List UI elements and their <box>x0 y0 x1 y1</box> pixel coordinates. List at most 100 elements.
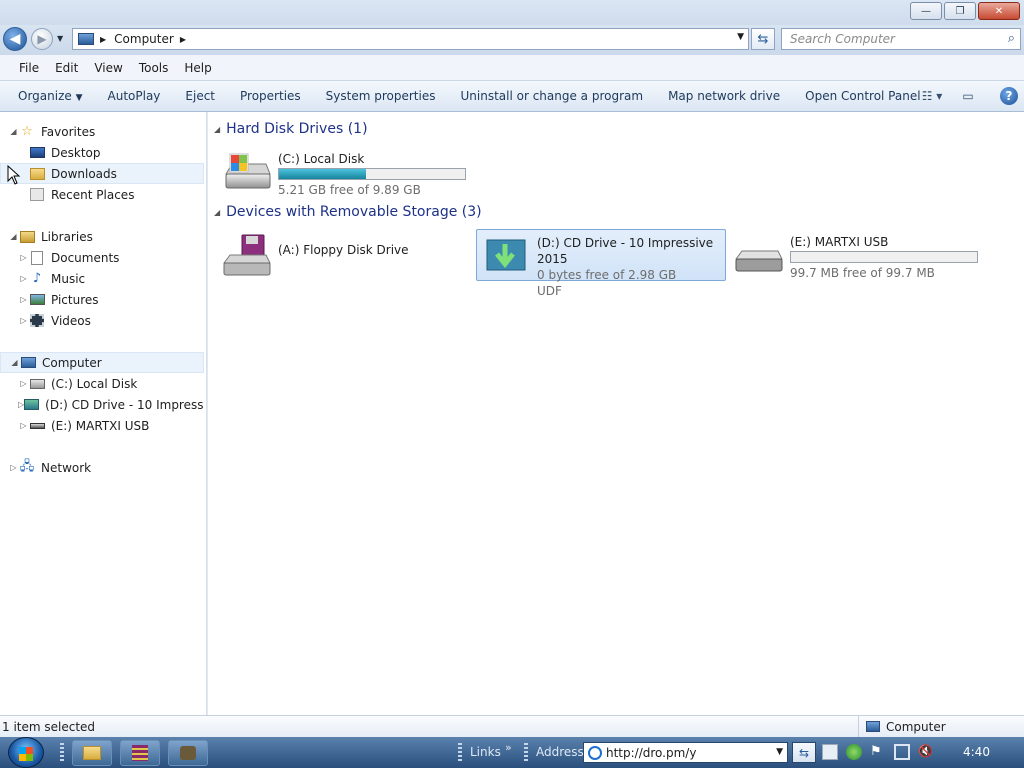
nav-downloads[interactable]: Downloads <box>0 163 204 184</box>
collapse-arrow-icon[interactable]: ◢ <box>214 125 220 134</box>
expand-arrow-icon[interactable]: ▷ <box>18 253 29 262</box>
recent-pages-dropdown[interactable]: ▼ <box>57 34 63 43</box>
refresh-icon: ⇆ <box>798 745 810 760</box>
documents-icon <box>29 250 45 265</box>
map-network-drive-button[interactable]: Map network drive <box>658 89 795 103</box>
taskbar-explorer-button[interactable] <box>72 740 112 766</box>
search-icon[interactable]: ⌕ <box>1008 31 1015 46</box>
forward-button[interactable]: ▶ <box>31 28 53 50</box>
nav-libraries[interactable]: ◢ Libraries <box>0 226 204 247</box>
address-bar[interactable]: ▶ Computer ▶ ▼ <box>72 28 749 50</box>
organize-button[interactable]: Organize ▼ <box>8 89 98 103</box>
taskbar-grip[interactable] <box>60 743 64 762</box>
security-shield-icon[interactable] <box>846 744 862 760</box>
action-center-flag-icon[interactable]: ⚑ <box>870 744 886 760</box>
expand-arrow-icon[interactable]: ▷ <box>18 379 29 388</box>
uninstall-program-button[interactable]: Uninstall or change a program <box>450 89 658 103</box>
downloads-folder-icon <box>29 167 45 181</box>
system-clock[interactable]: 4:40 <box>963 745 990 759</box>
desktop-icon <box>29 146 45 160</box>
nav-d-drive[interactable]: ▷ (D:) CD Drive - 10 Impressive ... <box>0 394 204 415</box>
computer-icon <box>20 356 36 370</box>
autoplay-button[interactable]: AutoPlay <box>98 89 176 103</box>
expand-arrow-icon[interactable]: ▷ <box>18 295 29 304</box>
chevron-down-icon[interactable]: ▼ <box>776 747 783 757</box>
nav-network[interactable]: ▷ 🖧 Network <box>0 457 204 478</box>
nav-e-drive[interactable]: ▷ (E:) MARTXI USB <box>0 415 204 436</box>
status-location-label: Computer <box>886 719 946 734</box>
group-removable-storage[interactable]: ◢ Devices with Removable Storage (3) <box>214 204 1014 220</box>
search-input[interactable]: Search Computer ⌕ <box>781 28 1021 50</box>
system-properties-button[interactable]: System properties <box>316 89 451 103</box>
nav-videos[interactable]: ▷ Videos <box>0 310 204 331</box>
expand-arrow-icon[interactable]: ▷ <box>8 463 19 472</box>
change-view-button[interactable]: ☷ ▾ <box>914 87 950 105</box>
drive-d-tile[interactable]: (D:) CD Drive - 10 Impressive 2015 0 byt… <box>476 229 726 298</box>
maximize-button[interactable]: ❐ <box>944 2 976 20</box>
network-tray-icon[interactable] <box>894 744 910 760</box>
app-icon <box>180 746 196 760</box>
document-icon[interactable] <box>822 744 838 760</box>
links-toolbar[interactable]: Links <box>470 745 501 759</box>
content-pane: ◢ Hard Disk Drives (1) (C:) Local Disk 5… <box>208 112 1024 715</box>
chevron-right-icon[interactable]: ▶ <box>100 35 106 44</box>
drive-e-tile[interactable]: (E:) MARTXI USB 99.7 MB free of 99.7 MB <box>730 229 1010 281</box>
chevron-more-icon[interactable]: » <box>505 741 512 754</box>
group-hdd-label: Hard Disk Drives (1) <box>226 121 368 137</box>
links-toolbar-grip[interactable] <box>458 743 462 762</box>
expand-arrow-icon[interactable]: ▷ <box>18 421 29 430</box>
taskbar-address-input[interactable]: http://dro.pm/y ▼ <box>583 742 788 763</box>
nav-c-drive[interactable]: ▷ (C:) Local Disk <box>0 373 204 394</box>
refresh-button[interactable]: ⇆ <box>751 28 775 50</box>
menu-view[interactable]: View <box>86 61 130 75</box>
drive-c-usage-bar <box>278 168 466 180</box>
preview-pane-button[interactable]: ▭ <box>950 87 986 105</box>
close-button[interactable]: ✕ <box>978 2 1020 20</box>
taskbar-url: http://dro.pm/y <box>606 745 697 760</box>
drive-a-tile[interactable]: (A:) Floppy Disk Drive <box>218 229 468 281</box>
menu-edit[interactable]: Edit <box>47 61 86 75</box>
chevron-right-icon[interactable]: ▶ <box>180 35 186 44</box>
drive-c-tile[interactable]: (C:) Local Disk 5.21 GB free of 9.89 GB <box>218 146 478 198</box>
address-toolbar-grip[interactable] <box>524 743 528 762</box>
computer-icon <box>78 33 94 45</box>
minimize-button[interactable]: — <box>910 2 942 20</box>
nav-computer[interactable]: ◢ Computer <box>0 352 204 373</box>
taskbar-app-button[interactable] <box>168 740 208 766</box>
nav-downloads-label: Downloads <box>51 166 117 181</box>
nav-d-drive-label: (D:) CD Drive - 10 Impressive ... <box>45 397 204 412</box>
go-button[interactable]: ⇆ <box>792 742 816 763</box>
group-hard-disk-drives[interactable]: ◢ Hard Disk Drives (1) <box>214 121 1014 137</box>
volume-muted-icon[interactable]: 🔇 <box>918 744 934 760</box>
network-icon: 🖧 <box>19 458 35 474</box>
windows-logo-icon <box>19 747 33 761</box>
nav-music[interactable]: ▷ ♪ Music <box>0 268 204 289</box>
nav-recent-places[interactable]: Recent Places <box>0 184 204 205</box>
nav-documents[interactable]: ▷ Documents <box>0 247 204 268</box>
breadcrumb-computer[interactable]: Computer <box>114 32 174 46</box>
address-dropdown-icon[interactable]: ▼ <box>737 32 744 42</box>
nav-favorites[interactable]: ◢ ☆ Favorites <box>0 121 204 142</box>
drive-a-name: (A:) Floppy Disk Drive <box>278 243 409 257</box>
collapse-arrow-icon[interactable]: ◢ <box>214 208 220 217</box>
expand-arrow-icon[interactable]: ▷ <box>18 274 29 283</box>
collapse-arrow-icon[interactable]: ◢ <box>8 232 19 241</box>
menu-file[interactable]: File <box>11 61 47 75</box>
start-button[interactable] <box>8 737 44 768</box>
collapse-arrow-icon[interactable]: ◢ <box>8 127 19 136</box>
arrow-right-icon: ▶ <box>37 32 47 46</box>
expand-arrow-icon[interactable]: ▷ <box>18 316 29 325</box>
eject-button[interactable]: Eject <box>175 89 230 103</box>
menu-tools[interactable]: Tools <box>131 61 177 75</box>
back-button[interactable]: ◀ <box>3 27 27 51</box>
collapse-arrow-icon[interactable]: ◢ <box>9 358 20 367</box>
nav-network-label: Network <box>41 460 92 475</box>
menu-help[interactable]: Help <box>176 61 219 75</box>
nav-desktop[interactable]: Desktop <box>0 142 204 163</box>
nav-pictures[interactable]: ▷ Pictures <box>0 289 204 310</box>
help-button[interactable]: ? <box>1000 87 1018 105</box>
title-bar: — ❐ ✕ <box>0 0 1024 25</box>
taskbar-winrar-button[interactable] <box>120 740 160 766</box>
properties-button[interactable]: Properties <box>230 89 316 103</box>
star-icon: ☆ <box>21 124 33 139</box>
